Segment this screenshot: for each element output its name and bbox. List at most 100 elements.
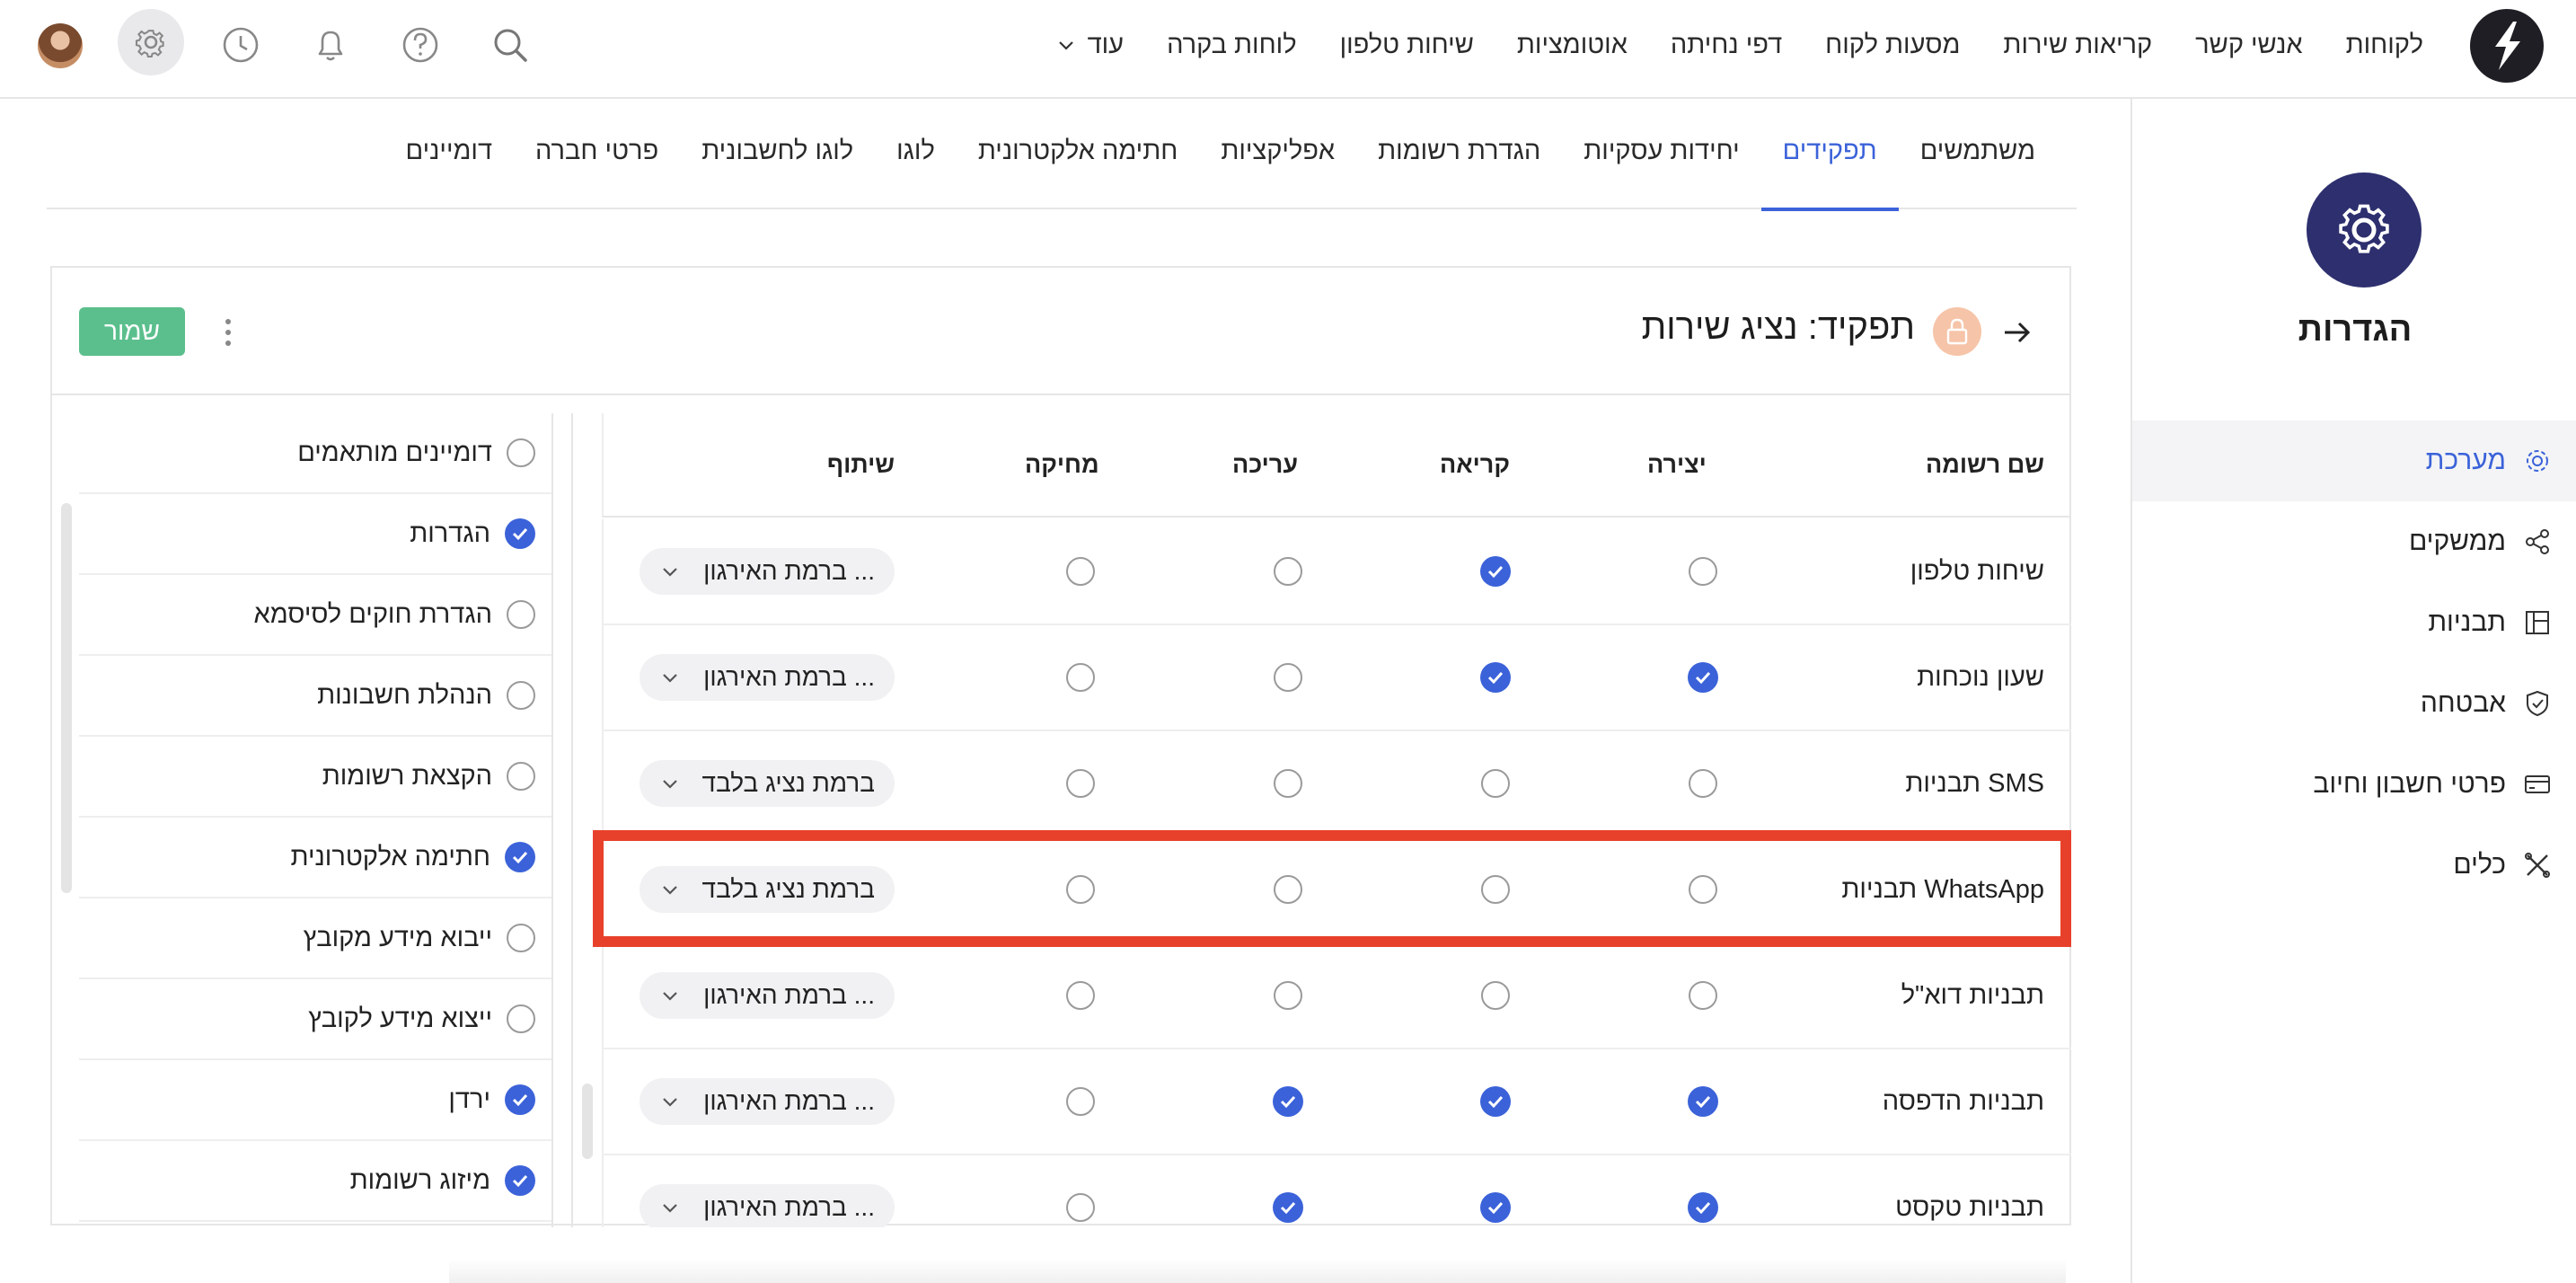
nav-item-automations[interactable]: אוטומציות [1517, 31, 1628, 60]
sidebar-item-templates[interactable]: תבניות [2132, 582, 2576, 663]
app-logo[interactable] [2470, 9, 2544, 83]
nav-item-contacts[interactable]: אנשי קשר [2195, 31, 2302, 60]
unchecked-circle-icon[interactable] [507, 762, 535, 791]
list-item[interactable]: דומיינים מותאמים [79, 413, 551, 494]
record-name: תבניות WhatsApp [1841, 874, 2044, 904]
unchecked-circle-icon[interactable] [1481, 875, 1510, 904]
unchecked-circle-icon[interactable] [1274, 557, 1302, 586]
unchecked-circle-icon[interactable] [1689, 557, 1717, 586]
list-item[interactable]: ייצוא מידע לקובץ [79, 979, 551, 1060]
tab-apps[interactable]: אפליקציות [1199, 106, 1356, 209]
unchecked-circle-icon[interactable] [1066, 557, 1095, 586]
checked-circle-icon[interactable] [1688, 1086, 1718, 1117]
sidebar-item-integrations[interactable]: ממשקים [2132, 501, 2576, 582]
sidebar-item-security[interactable]: אבטחה [2132, 663, 2576, 744]
list-item[interactable]: הגדרות [79, 494, 551, 575]
record-name: שעון נוכחות [1917, 662, 2044, 692]
nav-item-customer-journeys[interactable]: מסעות לקוח [1825, 31, 1960, 60]
list-item[interactable]: ירדן [79, 1060, 551, 1141]
checked-circle-icon[interactable] [1273, 1086, 1303, 1117]
list-item[interactable]: הנהלת חשבונות [79, 656, 551, 737]
unchecked-circle-icon[interactable] [1066, 769, 1095, 798]
sidebar-item-system[interactable]: מערכת [2132, 420, 2576, 501]
checked-circle-icon[interactable] [505, 842, 535, 872]
lock-icon [1946, 318, 1968, 345]
unchecked-circle-icon[interactable] [507, 438, 535, 467]
checked-circle-icon[interactable] [1273, 1192, 1303, 1223]
table-scrollbar[interactable] [582, 1084, 593, 1159]
share-level-dropdown[interactable]: ברמת האירגון ... [640, 972, 895, 1019]
unchecked-circle-icon[interactable] [1066, 1193, 1095, 1222]
avatar[interactable] [38, 23, 83, 68]
unchecked-circle-icon[interactable] [507, 681, 535, 710]
tab-users[interactable]: משתמשים [1899, 106, 2057, 209]
notifications-button[interactable] [305, 20, 356, 70]
sidebar-item-tools[interactable]: כלים [2132, 825, 2576, 906]
share-level-dropdown[interactable]: ברמת האירגון ... [640, 1078, 895, 1125]
nav-item-service-calls[interactable]: קריאות שירות [2003, 31, 2152, 60]
unchecked-circle-icon[interactable] [1481, 769, 1510, 798]
checked-circle-icon[interactable] [1688, 662, 1718, 693]
checked-circle-icon[interactable] [1480, 1192, 1511, 1223]
settings-sidebar: הגדרות מערכת ממשקים תבניות אבטחה פרטי חש… [2130, 99, 2576, 1283]
save-button[interactable]: שמור [79, 307, 185, 356]
unchecked-circle-icon[interactable] [1689, 769, 1717, 798]
checked-circle-icon[interactable] [1480, 1086, 1511, 1117]
checked-circle-icon[interactable] [505, 518, 535, 549]
arrow-right-icon[interactable] [1999, 314, 2035, 350]
checked-circle-icon[interactable] [1688, 1192, 1718, 1223]
share-level-dropdown[interactable]: ברמת נציג בלבד [640, 760, 895, 807]
sidebar-item-billing[interactable]: פרטי חשבון וחיוב [2132, 744, 2576, 825]
unchecked-circle-icon[interactable] [1066, 981, 1095, 1010]
nav-more-menu[interactable]: עוד [1055, 31, 1124, 60]
tab-e-signature[interactable]: חתימה אלקטרונית [957, 106, 1199, 209]
tab-logo[interactable]: לוגו [875, 106, 957, 209]
tab-roles[interactable]: תפקידים [1760, 106, 1899, 211]
share-level-dropdown[interactable]: ברמת האירגון ... [640, 1184, 895, 1227]
checked-circle-icon[interactable] [1480, 662, 1511, 693]
list-item[interactable]: חתימה אלקטרונית [79, 818, 551, 898]
share-level-dropdown[interactable]: ברמת האירגון ... [640, 548, 895, 595]
unchecked-circle-icon[interactable] [1066, 1087, 1095, 1116]
unchecked-circle-icon[interactable] [507, 600, 535, 629]
unchecked-circle-icon[interactable] [507, 1004, 535, 1033]
nav-item-landing-pages[interactable]: דפי נחיתה [1671, 31, 1782, 60]
permissions-scrollbar[interactable] [61, 503, 72, 893]
unchecked-circle-icon[interactable] [1689, 875, 1717, 904]
list-item[interactable]: הקצאת רשומות [79, 737, 551, 818]
settings-button[interactable] [118, 9, 184, 75]
list-item[interactable]: הגדרת חוקים לסיסמא [79, 575, 551, 656]
share-level-dropdown[interactable]: ברמת האירגון ... [640, 654, 895, 701]
unchecked-circle-icon[interactable] [1274, 981, 1302, 1010]
tab-domains[interactable]: דומיינים [384, 106, 515, 209]
tab-business-units[interactable]: יחידות עסקיות [1562, 106, 1760, 209]
unchecked-circle-icon[interactable] [1066, 663, 1095, 692]
checked-circle-icon[interactable] [1480, 556, 1511, 587]
history-button[interactable] [216, 20, 266, 70]
tab-record-settings[interactable]: הגדרת רשומות [1356, 106, 1562, 209]
nav-item-customers[interactable]: לקוחות [2346, 31, 2423, 60]
unchecked-circle-icon[interactable] [1481, 981, 1510, 1010]
unchecked-circle-icon[interactable] [1689, 981, 1717, 1010]
search-button[interactable] [485, 20, 535, 70]
checked-circle-icon[interactable] [505, 1084, 535, 1115]
permissions-list: דומיינים מותאמים הגדרות הגדרת חוקים לסיס… [52, 413, 553, 1227]
nav-item-dashboards[interactable]: לוחות בקרה [1167, 31, 1297, 60]
tab-company-details[interactable]: פרטי חברה [514, 106, 680, 209]
kebab-menu-icon[interactable] [219, 314, 237, 350]
permission-label: הגדרות [410, 518, 490, 548]
nav-item-phone-calls[interactable]: שיחות טלפון [1340, 31, 1474, 60]
list-item[interactable]: מיזוג רשומות [79, 1141, 551, 1222]
tab-invoice-logo[interactable]: לוגו לחשבונית [680, 106, 875, 209]
unchecked-circle-icon[interactable] [1274, 663, 1302, 692]
unchecked-circle-icon[interactable] [1274, 875, 1302, 904]
create-cell [1676, 519, 1730, 624]
unchecked-circle-icon[interactable] [1066, 875, 1095, 904]
help-button[interactable] [395, 20, 446, 70]
share-level-dropdown[interactable]: ברמת נציג בלבד [640, 866, 895, 913]
permission-label: הגדרת חוקים לסיסמא [253, 599, 492, 629]
list-item[interactable]: ייבוא מידע מקובץ [79, 898, 551, 979]
unchecked-circle-icon[interactable] [507, 924, 535, 952]
checked-circle-icon[interactable] [505, 1165, 535, 1196]
unchecked-circle-icon[interactable] [1274, 769, 1302, 798]
